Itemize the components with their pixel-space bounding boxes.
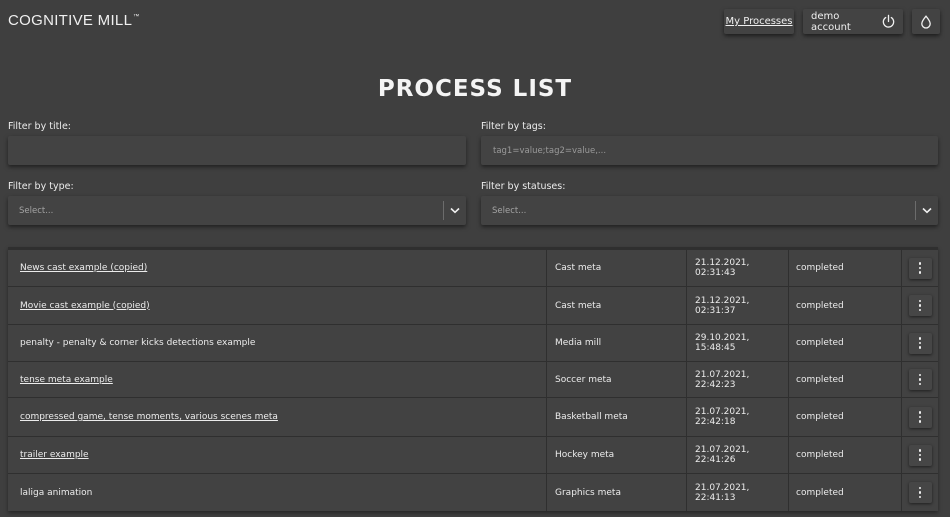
filter-status-value: Select...: [492, 205, 527, 216]
filter-type-select[interactable]: Select...: [8, 196, 466, 225]
table-row: News cast example (copied) Cast meta 21.…: [8, 250, 938, 287]
process-date: 21.07.2021, 22:42:18: [686, 398, 788, 436]
filter-title-field: [8, 136, 466, 165]
filter-type-value: Select...: [19, 205, 54, 216]
process-date: 21.12.2021, 02:31:37: [686, 287, 788, 324]
table-row: tense meta example Soccer meta 21.07.202…: [8, 362, 938, 398]
process-date: 21.07.2021, 22:42:23: [686, 362, 788, 397]
process-status: completed: [788, 398, 901, 436]
process-title: laliga animation: [20, 487, 93, 498]
process-status: completed: [788, 474, 901, 511]
filter-status-select[interactable]: Select...: [481, 196, 938, 225]
process-status: completed: [788, 250, 901, 286]
filter-title-label: Filter by title:: [8, 121, 71, 132]
droplet-icon: [920, 14, 932, 29]
process-title-link[interactable]: compressed game, tense moments, various …: [20, 398, 545, 436]
process-date: 21.07.2021, 22:41:26: [686, 437, 788, 473]
process-title: penalty - penalty & corner kicks detecti…: [20, 338, 256, 348]
row-actions-cell: [901, 474, 938, 511]
table-row: trailer example Hockey meta 21.07.2021, …: [8, 437, 938, 474]
my-processes-link[interactable]: My Processes: [724, 9, 794, 34]
process-type: Cast meta: [546, 250, 686, 286]
row-actions-cell: [901, 437, 938, 473]
app-logo[interactable]: COGNITIVE MILL™: [8, 12, 140, 29]
row-actions-cell: [901, 250, 938, 286]
process-date: 29.10.2021, 15:48:45: [686, 325, 788, 361]
trademark-mark: ™: [133, 14, 140, 20]
filter-status-label: Filter by statuses:: [481, 181, 566, 192]
process-status: completed: [788, 437, 901, 473]
filter-title-input[interactable]: [8, 136, 466, 165]
row-actions-cell: [901, 287, 938, 324]
row-actions-cell: [901, 362, 938, 397]
process-type: Media mill: [546, 325, 686, 361]
table-row: Movie cast example (copied) Cast meta 21…: [8, 287, 938, 325]
process-title-link[interactable]: News cast example (copied): [20, 250, 545, 286]
row-actions-cell: [901, 325, 938, 361]
theme-toggle-button[interactable]: [912, 9, 940, 34]
filter-tags-label: Filter by tags:: [481, 121, 546, 132]
process-table: News cast example (copied) Cast meta 21.…: [8, 247, 938, 511]
filter-tags-field: [481, 136, 938, 165]
account-menu[interactable]: demo account: [803, 9, 903, 34]
table-row: compressed game, tense moments, various …: [8, 398, 938, 437]
table-row: penalty - penalty & corner kicks detecti…: [8, 325, 938, 362]
chevron-down-icon[interactable]: [916, 207, 938, 214]
process-date: 21.12.2021, 02:31:43: [686, 250, 788, 286]
power-icon[interactable]: [881, 14, 896, 29]
more-vertical-icon[interactable]: [908, 482, 932, 503]
process-type: Hockey meta: [546, 437, 686, 473]
process-status: completed: [788, 325, 901, 361]
process-status: completed: [788, 362, 901, 397]
account-name: demo account: [811, 10, 851, 33]
table-row: laliga animation Graphics meta 21.07.202…: [8, 474, 938, 511]
process-title-link[interactable]: Movie cast example (copied): [20, 287, 545, 324]
more-vertical-icon[interactable]: [908, 295, 932, 316]
process-date: 21.07.2021, 22:41:13: [686, 474, 788, 511]
more-vertical-icon[interactable]: [908, 406, 932, 428]
process-title-link[interactable]: trailer example: [20, 437, 545, 473]
more-vertical-icon[interactable]: [908, 332, 932, 354]
more-vertical-icon[interactable]: [908, 369, 932, 390]
process-type: Basketball meta: [546, 398, 686, 436]
process-title-link[interactable]: tense meta example: [20, 362, 545, 397]
more-vertical-icon[interactable]: [908, 257, 932, 279]
more-vertical-icon[interactable]: [908, 444, 932, 466]
row-actions-cell: [901, 398, 938, 436]
process-type: Soccer meta: [546, 362, 686, 397]
page-title: PROCESS LIST: [377, 76, 573, 102]
process-type: Cast meta: [546, 287, 686, 324]
filter-tags-input[interactable]: [481, 136, 938, 165]
process-type: Graphics meta: [546, 474, 686, 511]
app-logo-text: COGNITIVE MILL: [8, 12, 133, 29]
filter-type-label: Filter by type:: [8, 181, 74, 192]
chevron-down-icon[interactable]: [444, 207, 466, 214]
process-status: completed: [788, 287, 901, 324]
